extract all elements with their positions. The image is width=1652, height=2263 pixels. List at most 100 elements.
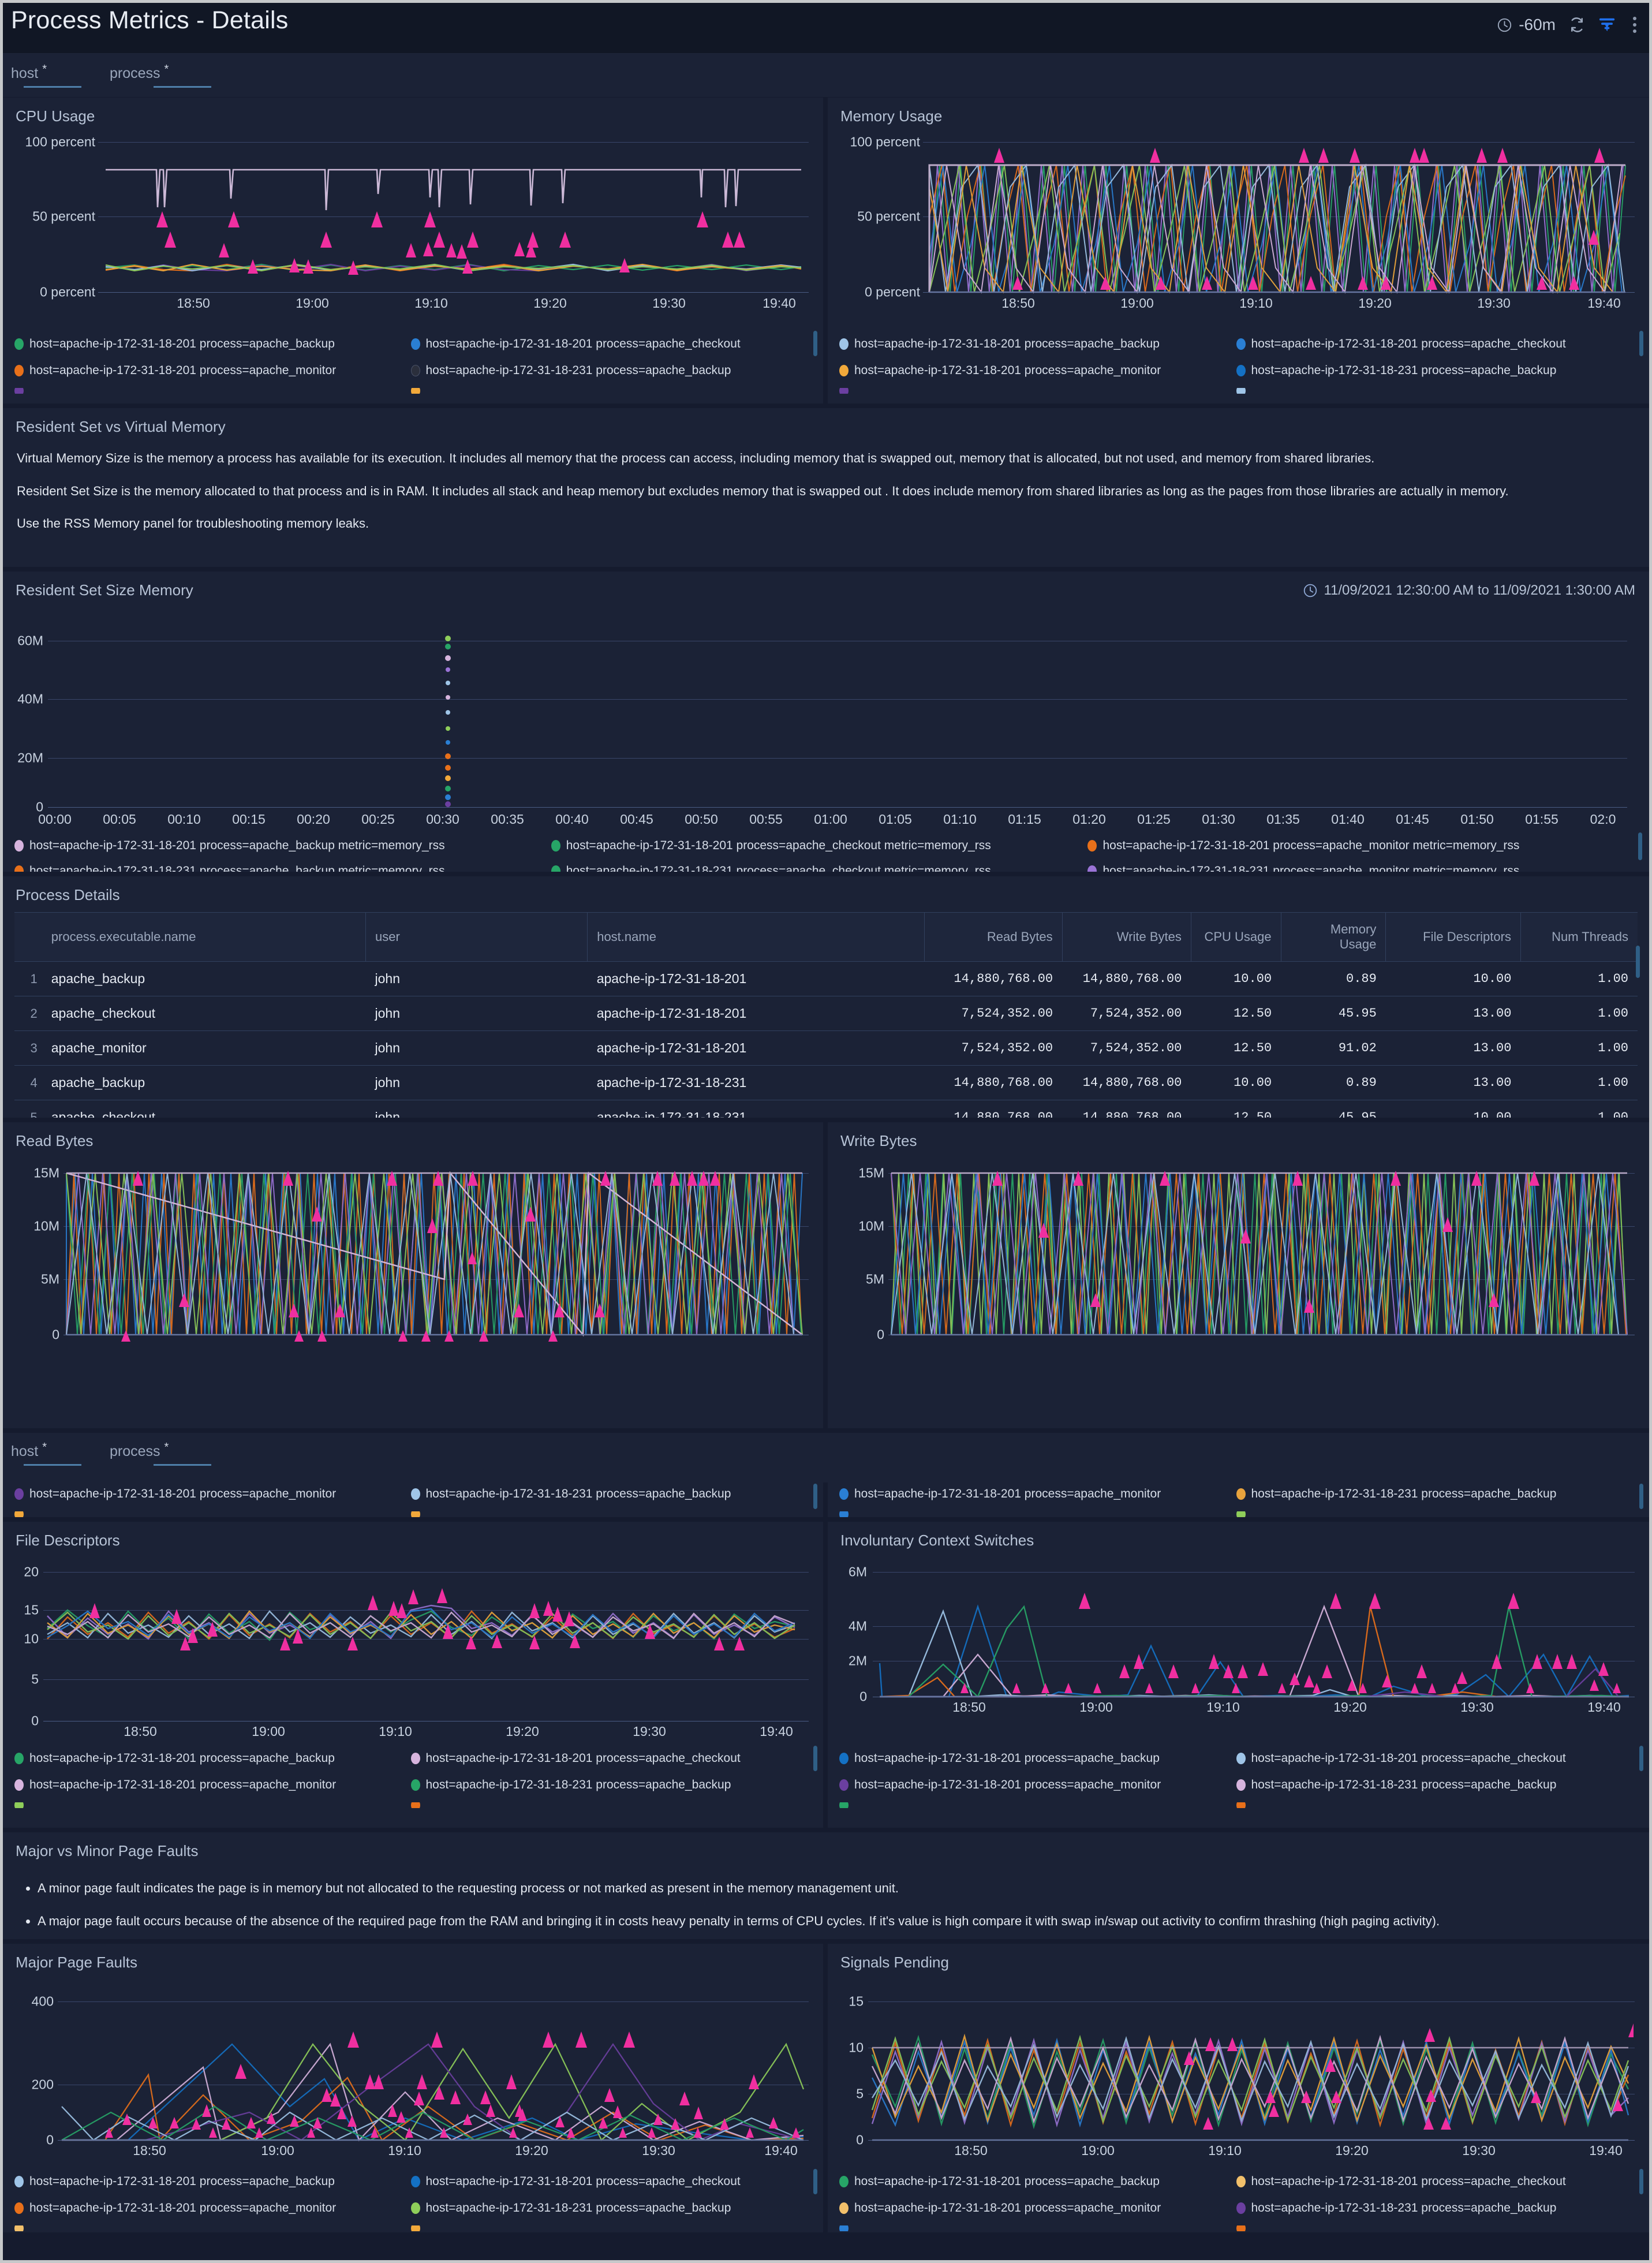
table-col-write-bytes[interactable]: Write Bytes — [1062, 913, 1191, 962]
legend-item[interactable]: host=apache-ip-172-31-18-201 process=apa… — [839, 337, 1236, 351]
xtick-label: 19:10 — [379, 1724, 412, 1739]
legend-item[interactable]: host=apache-ip-172-31-18-231 process=apa… — [14, 864, 551, 872]
legend-item[interactable]: host=apache-ip-172-31-18-231 process=apa… — [1236, 1487, 1634, 1501]
legend-item[interactable]: host=apache-ip-172-31-18-201 process=apa… — [14, 337, 411, 351]
filter-process-underline-mid — [154, 1464, 211, 1466]
legend-item[interactable]: host=apache-ip-172-31-18-231 process=apa… — [411, 2201, 808, 2215]
table-col-process-name[interactable]: process.executable.name — [42, 913, 366, 962]
legend-item[interactable]: host=apache-ip-172-31-18-231 process=apa… — [551, 864, 1088, 872]
panel-cpu-usage: CPU Usage 100 percent 50 percent 0 perce… — [3, 98, 823, 404]
legend-item[interactable]: host=apache-ip-172-31-18-201 process=apa… — [1236, 2175, 1634, 2189]
filter-process-top[interactable]: process * — [110, 65, 169, 82]
legend-item[interactable]: host=apache-ip-172-31-18-231 process=apa… — [411, 1778, 808, 1792]
legend-item[interactable]: host=apache-ip-172-31-18-201 process=apa… — [14, 1752, 411, 1765]
process-details-table-wrapper[interactable]: process.executable.name user host.name R… — [14, 912, 1638, 1118]
dashboard-root: Process Metrics - Details -60m host — [3, 3, 1649, 2260]
table-row[interactable]: 4 apache_backup john apache-ip-172-31-18… — [14, 1066, 1638, 1100]
legend-item[interactable]: host=apache-ip-172-31-18-201 process=apa… — [1236, 1752, 1634, 1765]
table-row[interactable]: 1 apache_backup john apache-ip-172-31-18… — [14, 962, 1638, 996]
xtick-label: 19:30 — [1477, 296, 1511, 311]
table-col-num-threads[interactable]: Num Threads — [1520, 913, 1638, 962]
table-row[interactable]: 2 apache_checkout john apache-ip-172-31-… — [14, 996, 1638, 1031]
legend-item[interactable]: host=apache-ip-172-31-18-201 process=apa… — [1087, 839, 1624, 853]
table-col-cpu-usage[interactable]: CPU Usage — [1191, 913, 1281, 962]
process-details-table: process.executable.name user host.name R… — [14, 912, 1638, 1118]
chart-involuntary-context-switches[interactable]: 6M 4M 2M 0 — [828, 1554, 1649, 1738]
legend-item[interactable]: host=apache-ip-172-31-18-231 process=apa… — [1236, 1778, 1634, 1792]
legend-item[interactable]: host=apache-ip-172-31-18-201 process=apa… — [551, 839, 1088, 853]
legend-item[interactable]: host=apache-ip-172-31-18-201 process=apa… — [839, 1487, 1236, 1501]
legend-item[interactable]: host=apache-ip-172-31-18-231 process=apa… — [1236, 364, 1634, 378]
ytick-label: 400 — [9, 1994, 54, 2010]
table-row[interactable]: 5 apache_checkout john apache-ip-172-31-… — [14, 1100, 1638, 1118]
table-col-file-descriptors[interactable]: File Descriptors — [1386, 913, 1521, 962]
legend-item[interactable]: host=apache-ip-172-31-18-201 process=apa… — [14, 1778, 411, 1792]
legend-color-swatch — [1236, 338, 1246, 350]
cell-user: john — [366, 1031, 588, 1066]
legend-scrollbar[interactable] — [813, 1746, 817, 1771]
legend-item[interactable]: host=apache-ip-172-31-18-201 process=apa… — [839, 1778, 1236, 1792]
filter-icon[interactable] — [1598, 16, 1616, 33]
cell-write-bytes: 7,524,352.00 — [1062, 996, 1191, 1031]
legend-scrollbar[interactable] — [1639, 331, 1643, 356]
filter-host-top[interactable]: host * — [11, 65, 47, 82]
chart-cpu-usage[interactable]: 100 percent 50 percent 0 percent — [3, 129, 823, 303]
ytick-label: 0 — [834, 1689, 867, 1705]
legend-item[interactable]: host=apache-ip-172-31-18-201 process=apa… — [839, 364, 1236, 378]
table-col-user[interactable]: user — [366, 913, 588, 962]
legend-item[interactable]: host=apache-ip-172-31-18-231 process=apa… — [1236, 2201, 1634, 2215]
legend-scrollbar[interactable] — [813, 331, 817, 356]
legend-item[interactable]: host=apache-ip-172-31-18-231 process=apa… — [411, 364, 808, 378]
legend-color-swatch — [839, 1511, 849, 1517]
legend-item[interactable]: host=apache-ip-172-31-18-231 process=apa… — [411, 1487, 808, 1501]
legend-item[interactable]: host=apache-ip-172-31-18-201 process=apa… — [14, 2175, 411, 2189]
table-scrollbar[interactable] — [1636, 946, 1640, 978]
chart-file-descriptors[interactable]: 20 15 10 5 0 — [3, 1554, 823, 1738]
table-col-read-bytes[interactable]: Read Bytes — [924, 913, 1062, 962]
cell-cpu-usage: 10.00 — [1191, 1066, 1281, 1100]
legend-write-bytes: host=apache-ip-172-31-18-201 process=apa… — [828, 1482, 1649, 1517]
legend-color-swatch — [1236, 2176, 1246, 2187]
legend-item[interactable]: host=apache-ip-172-31-18-201 process=apa… — [14, 2201, 411, 2215]
chart-major-page-faults[interactable]: 400 200 0 — [3, 1974, 823, 2164]
legend-item[interactable]: host=apache-ip-172-31-18-201 process=apa… — [411, 1752, 808, 1765]
xtick-label: 00:30 — [426, 812, 459, 827]
table-col-host-name[interactable]: host.name — [588, 913, 925, 962]
legend-scrollbar[interactable] — [813, 2169, 817, 2194]
legend-scrollbar[interactable] — [1639, 1746, 1643, 1771]
legend-label: host=apache-ip-172-31-18-201 process=apa… — [854, 1778, 1161, 1792]
chart-write-bytes[interactable]: 15M 10M 5M 0 — [828, 1151, 1649, 1347]
legend-item[interactable]: host=apache-ip-172-31-18-201 process=apa… — [1236, 337, 1634, 351]
legend-item[interactable]: host=apache-ip-172-31-18-201 process=apa… — [839, 2175, 1236, 2189]
legend-scrollbar[interactable] — [813, 1484, 817, 1509]
chart-signals-pending[interactable]: 15 10 5 0 — [828, 1974, 1649, 2164]
kebab-menu-icon[interactable] — [1628, 16, 1641, 34]
filter-host-mid[interactable]: host * — [11, 1443, 47, 1460]
legend-color-swatch — [411, 388, 420, 394]
cell-file-descriptors: 13.00 — [1386, 996, 1521, 1031]
refresh-icon[interactable] — [1568, 16, 1586, 33]
legend-scrollbar[interactable] — [1639, 2169, 1643, 2194]
legend-item[interactable]: host=apache-ip-172-31-18-201 process=apa… — [14, 364, 411, 378]
legend-item[interactable]: host=apache-ip-172-31-18-201 process=apa… — [411, 337, 808, 351]
legend-item[interactable]: host=apache-ip-172-31-18-201 process=apa… — [14, 1487, 411, 1501]
chart-rss-memory[interactable]: 60M 40M 20M 0 — [3, 605, 1649, 801]
chart-memory-usage[interactable]: 100 percent 50 percent 0 percent — [828, 129, 1649, 303]
ytick-label: 10 — [9, 1631, 39, 1647]
table-row[interactable]: 3 apache_monitor john apache-ip-172-31-1… — [14, 1031, 1638, 1066]
legend-scrollbar[interactable] — [1638, 832, 1642, 860]
legend-item[interactable]: host=apache-ip-172-31-18-201 process=apa… — [411, 2175, 808, 2189]
xtick-label: 01:50 — [1460, 812, 1494, 827]
legend-scrollbar[interactable] — [1639, 1484, 1643, 1509]
legend-item[interactable]: host=apache-ip-172-31-18-201 process=apa… — [839, 2201, 1236, 2215]
table-col-memory-usage[interactable]: Memory Usage — [1281, 913, 1386, 962]
filter-process-mid[interactable]: process * — [110, 1443, 169, 1460]
chart-read-bytes[interactable]: 15M 10M 5M 0 — [3, 1151, 823, 1347]
legend-item[interactable]: host=apache-ip-172-31-18-201 process=apa… — [14, 839, 551, 853]
legend-item[interactable]: host=apache-ip-172-31-18-231 process=apa… — [1087, 864, 1624, 872]
legend-color-swatch — [14, 2202, 24, 2214]
time-range-picker[interactable]: -60m — [1497, 16, 1556, 34]
xtick-label: 19:20 — [1358, 296, 1392, 311]
legend-read-bytes: host=apache-ip-172-31-18-201 process=apa… — [3, 1482, 823, 1517]
legend-item[interactable]: host=apache-ip-172-31-18-201 process=apa… — [839, 1752, 1236, 1765]
